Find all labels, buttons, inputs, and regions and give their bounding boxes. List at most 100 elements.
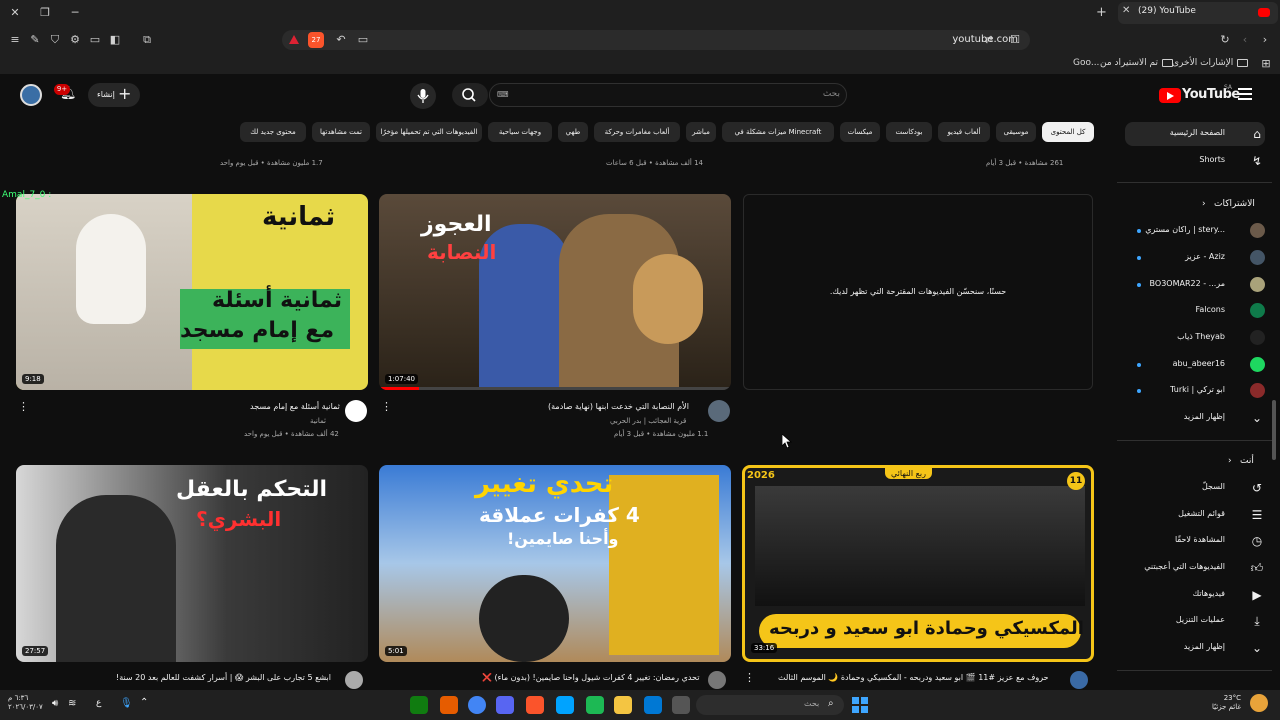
- chip-recently-uploaded[interactable]: الفيديوهات التي تم تحميلها مؤخرًا: [376, 122, 482, 142]
- subscriptions-header[interactable]: الاشتراكات: [1214, 199, 1255, 209]
- sidebar-sub-2[interactable]: عزيز - Aziz: [1125, 246, 1265, 270]
- menu-lines-icon[interactable]: ≡: [8, 33, 22, 47]
- user-avatar[interactable]: [20, 84, 42, 106]
- pen-icon[interactable]: ✎: [28, 33, 42, 47]
- shield-icon[interactable]: ⛉: [48, 33, 62, 47]
- microphone-icon[interactable]: 🎙︎: [120, 698, 133, 709]
- chip-new-to-you[interactable]: محتوى جديد لك: [240, 122, 306, 142]
- brave-icon[interactable]: [526, 696, 544, 714]
- wallet-icon[interactable]: ▭: [88, 33, 102, 47]
- app-icon[interactable]: [440, 696, 458, 714]
- sidebar-item-history[interactable]: السجلّ ↺: [1125, 476, 1265, 500]
- bookmark-goo[interactable]: Goo...: [1073, 58, 1099, 68]
- tab-close-icon[interactable]: ✕: [1122, 5, 1130, 16]
- sidebar-sub-7[interactable]: Turki | ابو تركي: [1125, 379, 1265, 403]
- video-title[interactable]: تحدي رمضان: تغيير 4 كفرات شيول واحنا صاي…: [482, 673, 699, 682]
- chip-live[interactable]: مباشر: [686, 122, 716, 142]
- channel-avatar[interactable]: [708, 671, 726, 689]
- hamburger-menu-icon[interactable]: [1238, 88, 1252, 100]
- chip-minecraft[interactable]: ميزات مشكلة في Minecraft: [722, 122, 834, 142]
- sidebar-item-watch-later[interactable]: المشاهدة لاحقًا ◷: [1125, 529, 1265, 553]
- store-icon[interactable]: [644, 696, 662, 714]
- file-explorer-icon[interactable]: [614, 696, 632, 714]
- chip-mixes[interactable]: ميكسات: [840, 122, 880, 142]
- video-thumbnail[interactable]: ابو سعيد و دربحه المكسيكي وحمادة 2026 رب…: [742, 465, 1094, 662]
- more-options-icon[interactable]: ⋮: [381, 400, 392, 413]
- sidebar-item-playlists[interactable]: قوائم التشغيل ☰: [1125, 503, 1265, 527]
- sidebar-toggle-icon[interactable]: ◧: [108, 33, 122, 47]
- windows-start-icon[interactable]: [852, 697, 868, 713]
- extensions-icon[interactable]: ⚙: [68, 33, 82, 47]
- channel-avatar[interactable]: [345, 671, 363, 689]
- tab-youtube[interactable]: ✕ (29) YouTube: [1118, 2, 1278, 24]
- share-icon[interactable]: ↶: [334, 33, 348, 47]
- bookmark-imported[interactable]: تم الاستيراد من: [1100, 58, 1173, 68]
- app-icon[interactable]: [672, 696, 690, 714]
- chip-podcasts[interactable]: بودكاست: [886, 122, 932, 142]
- sidebar-item-shorts[interactable]: Shorts ↯: [1125, 149, 1265, 173]
- chevron-up-icon[interactable]: ⌃: [140, 697, 148, 708]
- app-icon[interactable]: [586, 696, 604, 714]
- sidebar-sub-6[interactable]: abu_abeer16: [1125, 353, 1265, 377]
- video-thumbnail[interactable]: ثمانية ثمانية أسئلة مع إمام مسجد 9:18: [16, 194, 368, 390]
- keyboard-icon[interactable]: ⌨: [497, 90, 509, 99]
- sidebar-sub-3[interactable]: BO3OMAR22 - ...مر: [1125, 273, 1265, 297]
- back-icon[interactable]: ›: [1258, 33, 1272, 47]
- close-window-icon[interactable]: ✕: [6, 4, 24, 22]
- chip-watched[interactable]: تمت مشاهدتها: [312, 122, 370, 142]
- channel-avatar[interactable]: [708, 400, 730, 422]
- sidebar-sub-4[interactable]: Falcons: [1125, 299, 1265, 323]
- cast-icon[interactable]: ▭: [356, 33, 370, 47]
- language-indicator[interactable]: ع: [96, 698, 101, 708]
- weather-widget[interactable]: 23°C غائم جزئيًا: [1212, 694, 1241, 712]
- chip-tourist-destinations[interactable]: وجهات سياحية: [488, 122, 552, 142]
- address-bar[interactable]: [282, 30, 1030, 50]
- site-settings-icon[interactable]: ⇄: [982, 33, 996, 47]
- bookmark-other[interactable]: الإشارات الأخرى: [1172, 58, 1249, 68]
- discord-icon[interactable]: [496, 696, 514, 714]
- screenshot-icon[interactable]: ⧉: [140, 33, 154, 47]
- video-title[interactable]: ثمانية أسئلة مع إمام مسجد: [250, 402, 340, 411]
- chip-video-games[interactable]: ألعاب فيديو: [938, 122, 990, 142]
- minimize-window-icon[interactable]: ─: [66, 4, 84, 22]
- chrome-icon[interactable]: [468, 696, 486, 714]
- more-options-icon[interactable]: ⋮: [744, 671, 755, 684]
- you-header[interactable]: أنت: [1240, 456, 1254, 466]
- search-input[interactable]: [489, 83, 847, 107]
- apps-grid-icon[interactable]: ⊞: [1259, 57, 1273, 71]
- new-tab-button[interactable]: +: [1096, 5, 1107, 20]
- chip-action-adventure[interactable]: ألعاب مغامرات وحركة: [594, 122, 680, 142]
- sidebar-sub-1[interactable]: راكان مستري | stery...: [1125, 219, 1265, 243]
- youtube-logo-icon[interactable]: [1159, 88, 1181, 103]
- video-thumbnail[interactable]: تحدي تغيير 4 كفرات عملاقة وأحنا صايمين! …: [379, 465, 731, 662]
- sidebar-item-home[interactable]: الصفحة الرئيسية ⌂: [1125, 122, 1265, 146]
- sidebar-show-more-subs[interactable]: إظهار المزيد ⌄: [1125, 406, 1265, 430]
- xbox-icon[interactable]: [410, 696, 428, 714]
- sidebar-sub-5[interactable]: ذياب Theyab: [1125, 326, 1265, 350]
- more-options-icon[interactable]: ⋮: [18, 400, 29, 413]
- chip-cooking[interactable]: طهي: [558, 122, 588, 142]
- video-title[interactable]: حروف مع عزيز #11 🎬 ابو سعيد ودربحه - الم…: [778, 673, 1049, 682]
- sidebar-item-your-videos[interactable]: فيديوهاتك ▶: [1125, 583, 1265, 607]
- bookmark-icon[interactable]: ☐: [1008, 33, 1022, 47]
- channel-name[interactable]: قرية العجائب | بدر الحربي: [610, 417, 686, 425]
- channel-avatar[interactable]: [345, 400, 367, 422]
- channel-name[interactable]: ثمانية: [310, 417, 326, 425]
- video-thumbnail[interactable]: التحكم بالعقل البشري؟ 27:57: [16, 465, 368, 662]
- video-title[interactable]: الأم النصابة التي خدعت ابنها (نهاية صادم…: [548, 402, 689, 411]
- maximize-window-icon[interactable]: ❐: [36, 4, 54, 22]
- search-button[interactable]: [452, 83, 488, 107]
- reload-icon[interactable]: ↻: [1218, 33, 1232, 47]
- voice-search-button[interactable]: [410, 83, 436, 109]
- volume-icon[interactable]: 🔊︎: [52, 698, 58, 709]
- taskbar-search[interactable]: [696, 695, 844, 715]
- brave-rewards-icon[interactable]: [289, 35, 299, 44]
- clock[interactable]: ٦:٣٦ م ٢٠٢٦/٠٣/٠٧: [8, 694, 43, 712]
- app-icon[interactable]: [556, 696, 574, 714]
- video-title[interactable]: ابشع 5 تجارب على البشر 😱 | أسرار كشفت لل…: [116, 673, 331, 682]
- video-thumbnail[interactable]: العجوز النصابة 1:07:40: [379, 194, 731, 390]
- sidebar-item-liked[interactable]: الفيديوهات التي أعجبتني 👍︎: [1125, 556, 1265, 580]
- chip-music[interactable]: موسيقى: [996, 122, 1036, 142]
- sidebar-scrollbar[interactable]: [1272, 400, 1276, 460]
- wifi-icon[interactable]: ≋: [68, 698, 76, 709]
